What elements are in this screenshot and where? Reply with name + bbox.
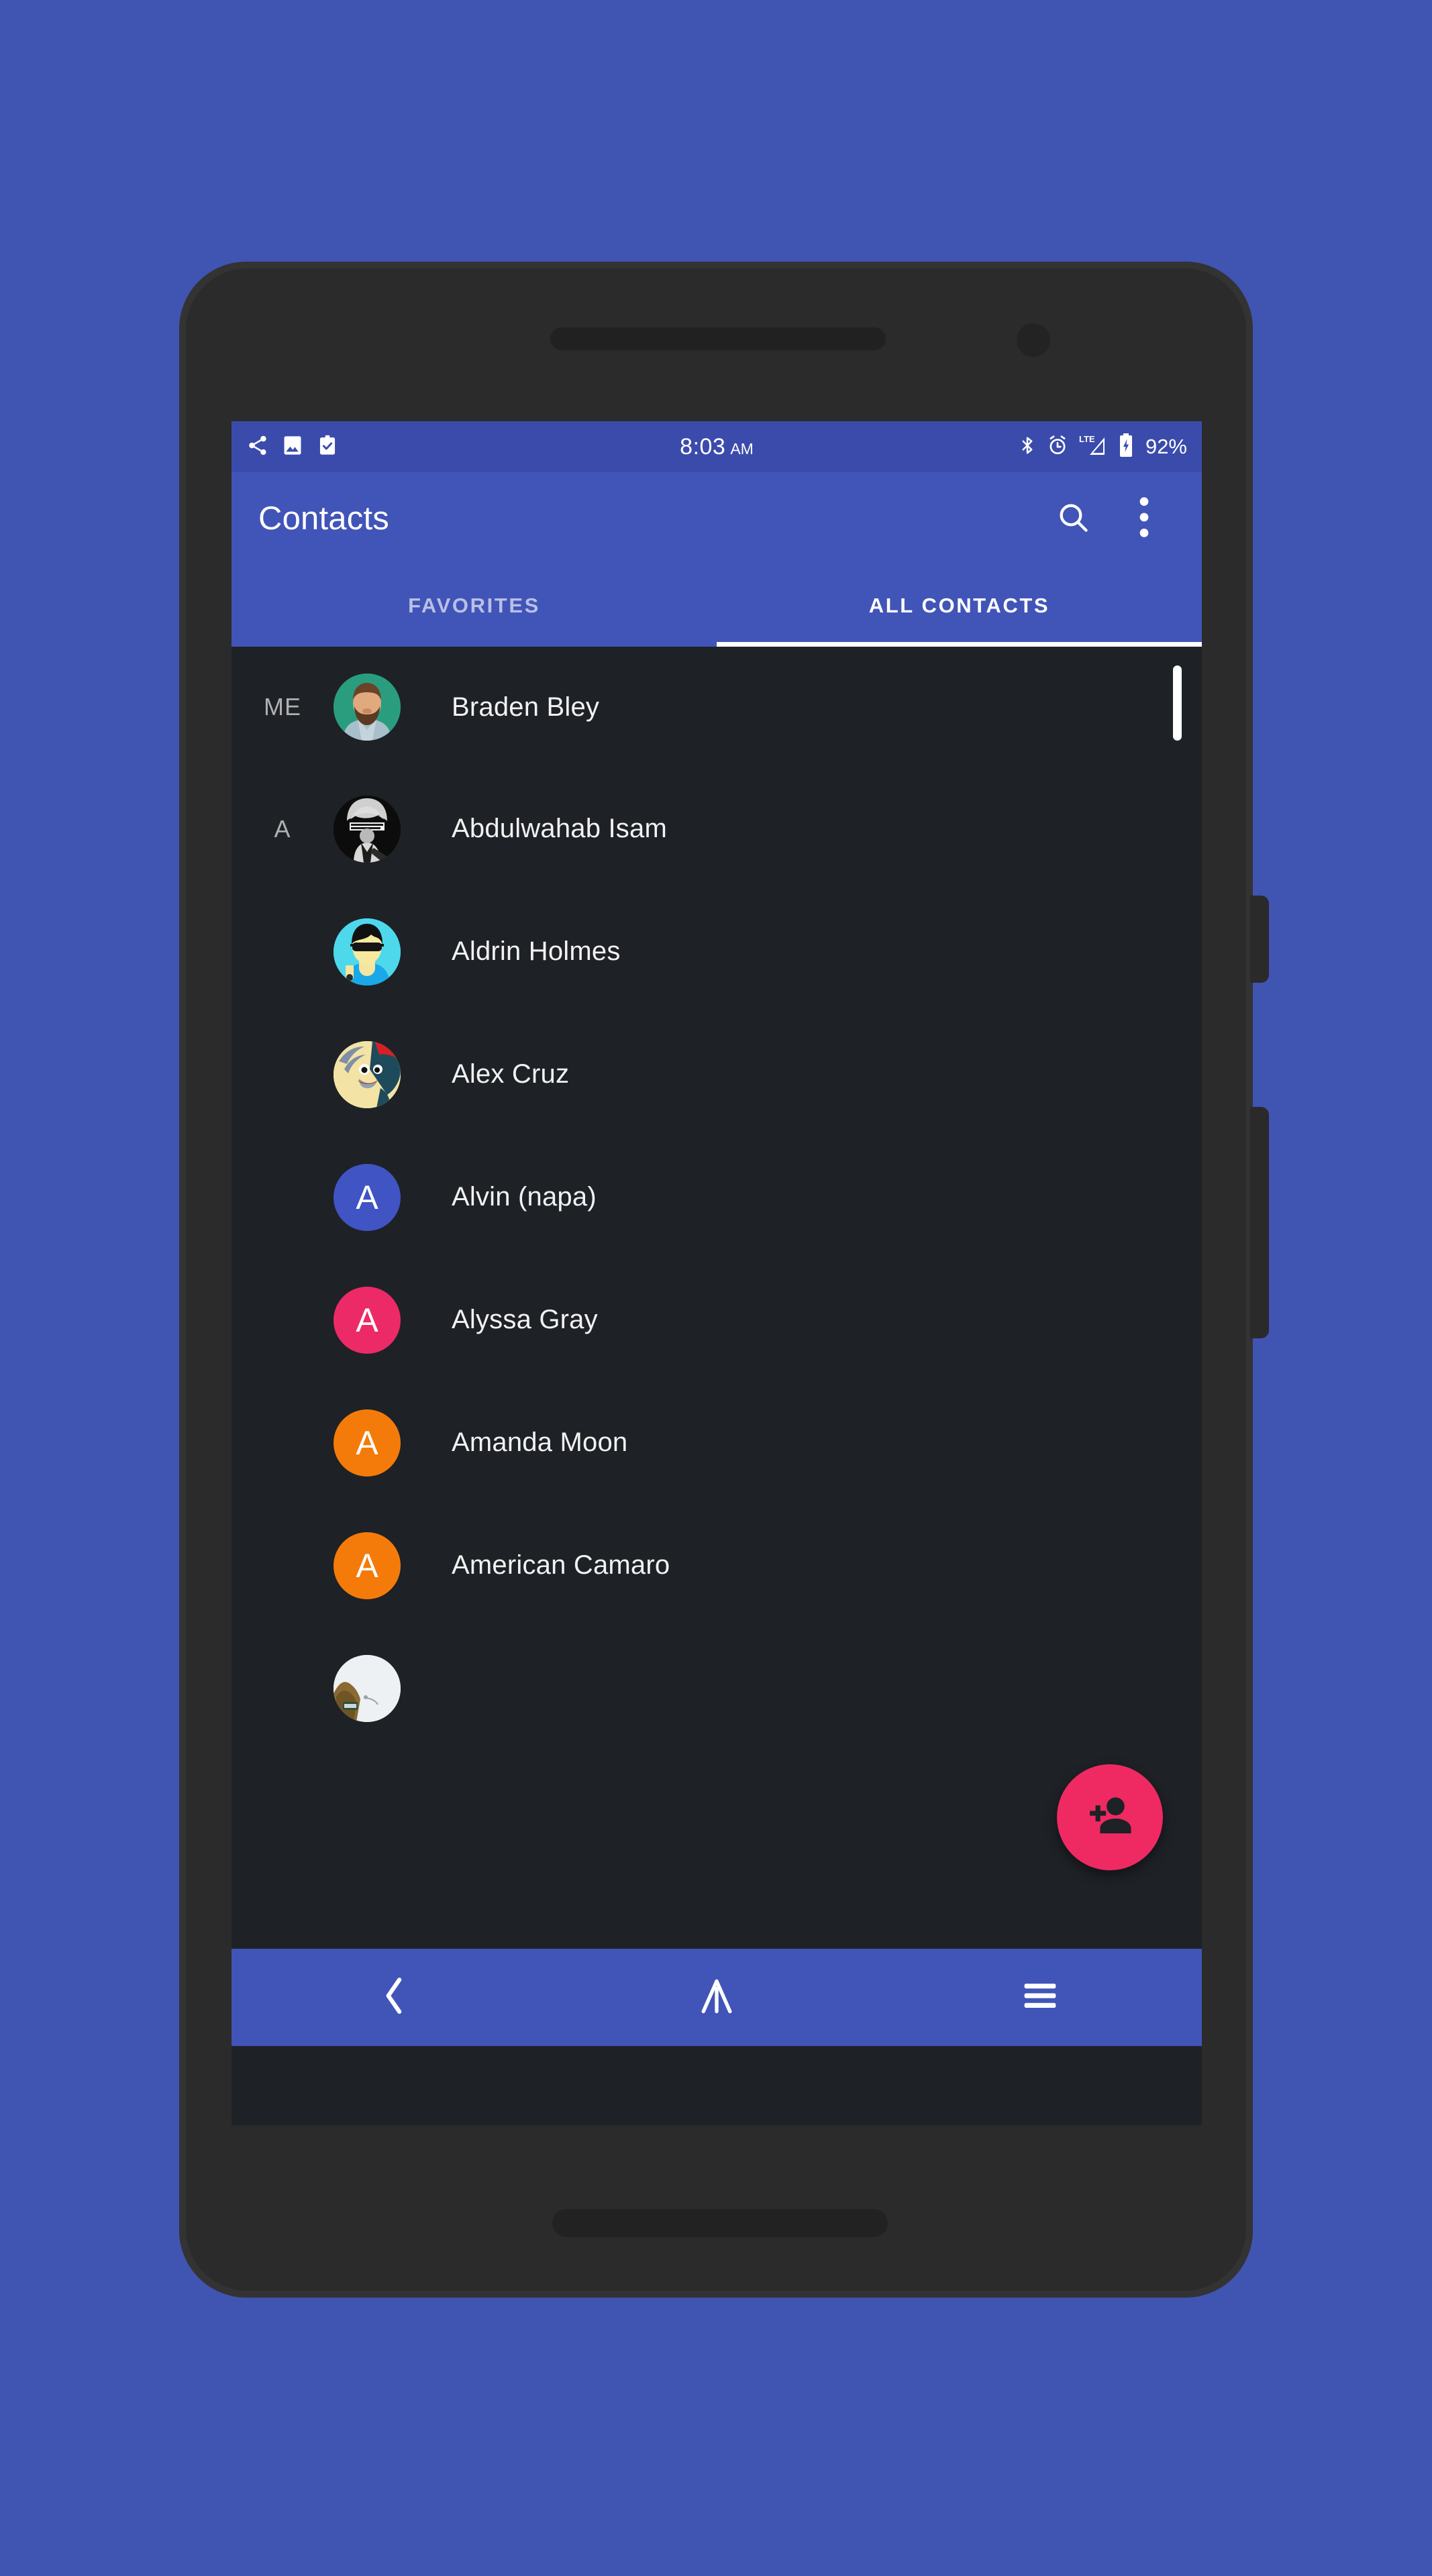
tab-favorites[interactable]: FAVORITES [232, 565, 717, 647]
contact-name: Amanda Moon [452, 1428, 628, 1457]
phone-frame: 8:03 AM LTE 92% Contacts FAVORITES ALL C… [179, 262, 1269, 2298]
contact-row[interactable]: A Abdulwahab Isam [232, 767, 1202, 890]
avatar [334, 674, 401, 741]
share-icon [246, 434, 269, 460]
contact-row[interactable]: A Alvin (napa) [232, 1136, 1202, 1258]
avatar-initial: A [334, 1409, 401, 1477]
contact-row[interactable]: A American Camaro [232, 1504, 1202, 1627]
contact-name: Alyssa Gray [452, 1305, 598, 1334]
add-contact-fab[interactable] [1057, 1764, 1163, 1870]
nav-home-button[interactable] [555, 1949, 878, 2046]
search-button[interactable] [1052, 497, 1094, 540]
earpiece-speaker [550, 327, 886, 350]
bottom-speaker [552, 2209, 888, 2237]
add-contact-icon [1084, 1790, 1136, 1845]
contact-name: Alvin (napa) [452, 1182, 597, 1212]
bluetooth-icon [1017, 434, 1037, 460]
contact-row[interactable]: ME Braden Bley [232, 647, 1202, 767]
avatar [334, 918, 401, 985]
section-header-me: ME [264, 693, 301, 720]
alarm-icon [1047, 434, 1068, 460]
contact-list[interactable]: ME Braden Bley A Abdulwahab Isam Aldrin … [232, 647, 1202, 1949]
front-camera [1017, 323, 1050, 357]
image-icon [281, 434, 304, 460]
contact-name: Abdulwahab Isam [452, 814, 667, 843]
clock-ampm: AM [730, 439, 754, 458]
back-icon [378, 1974, 408, 2021]
contact-name: Alex Cruz [452, 1059, 570, 1089]
section-header-a: A [274, 814, 291, 843]
navigation-bar [232, 1949, 1202, 2046]
app-bar: Contacts [232, 472, 1202, 565]
nav-back-button[interactable] [232, 1949, 555, 2046]
avatar [334, 1040, 401, 1108]
tab-all-contacts[interactable]: ALL CONTACTS [717, 565, 1202, 647]
recents-icon [1022, 1981, 1058, 2014]
page-title: Contacts [258, 500, 389, 537]
contact-row[interactable]: A Amanda Moon [232, 1381, 1202, 1504]
power-button[interactable] [1250, 896, 1269, 983]
svg-text:LTE: LTE [1079, 434, 1095, 444]
avatar-initial: A [334, 1163, 401, 1231]
contact-name: Braden Bley [452, 692, 600, 722]
more-options-icon [1138, 496, 1150, 541]
nav-recents-button[interactable] [878, 1949, 1202, 2046]
battery-charging-icon [1118, 433, 1134, 462]
volume-rocker-button[interactable] [1250, 1107, 1269, 1338]
contact-row[interactable]: Aldrin Holmes [232, 890, 1202, 1013]
tab-bar: FAVORITES ALL CONTACTS [232, 565, 1202, 647]
contact-row[interactable]: A Alyssa Gray [232, 1258, 1202, 1381]
avatar-initial: A [334, 1286, 401, 1354]
contact-row[interactable]: Alex Cruz [232, 1013, 1202, 1136]
phone-screen: 8:03 AM LTE 92% Contacts FAVORITES ALL C… [232, 421, 1202, 2125]
status-bar-right-icons: LTE 92% [1017, 433, 1187, 462]
clock-time: 8:03 [680, 433, 726, 460]
avatar [334, 1654, 401, 1722]
clipboard-check-icon [316, 434, 339, 460]
contact-row[interactable] [232, 1627, 1202, 1750]
lte-signal-icon: LTE [1078, 433, 1109, 461]
battery-percent-label: 92% [1145, 435, 1187, 458]
app-bar-actions [1052, 496, 1179, 541]
search-icon [1056, 500, 1090, 538]
status-bar-left-icons [246, 434, 339, 460]
contact-name: Aldrin Holmes [452, 936, 621, 966]
status-bar: 8:03 AM LTE 92% [232, 421, 1202, 472]
contact-name: American Camaro [452, 1550, 670, 1580]
avatar [334, 795, 401, 863]
home-icon [699, 1976, 735, 2019]
overflow-menu-button[interactable] [1123, 496, 1166, 541]
avatar-initial: A [334, 1532, 401, 1599]
